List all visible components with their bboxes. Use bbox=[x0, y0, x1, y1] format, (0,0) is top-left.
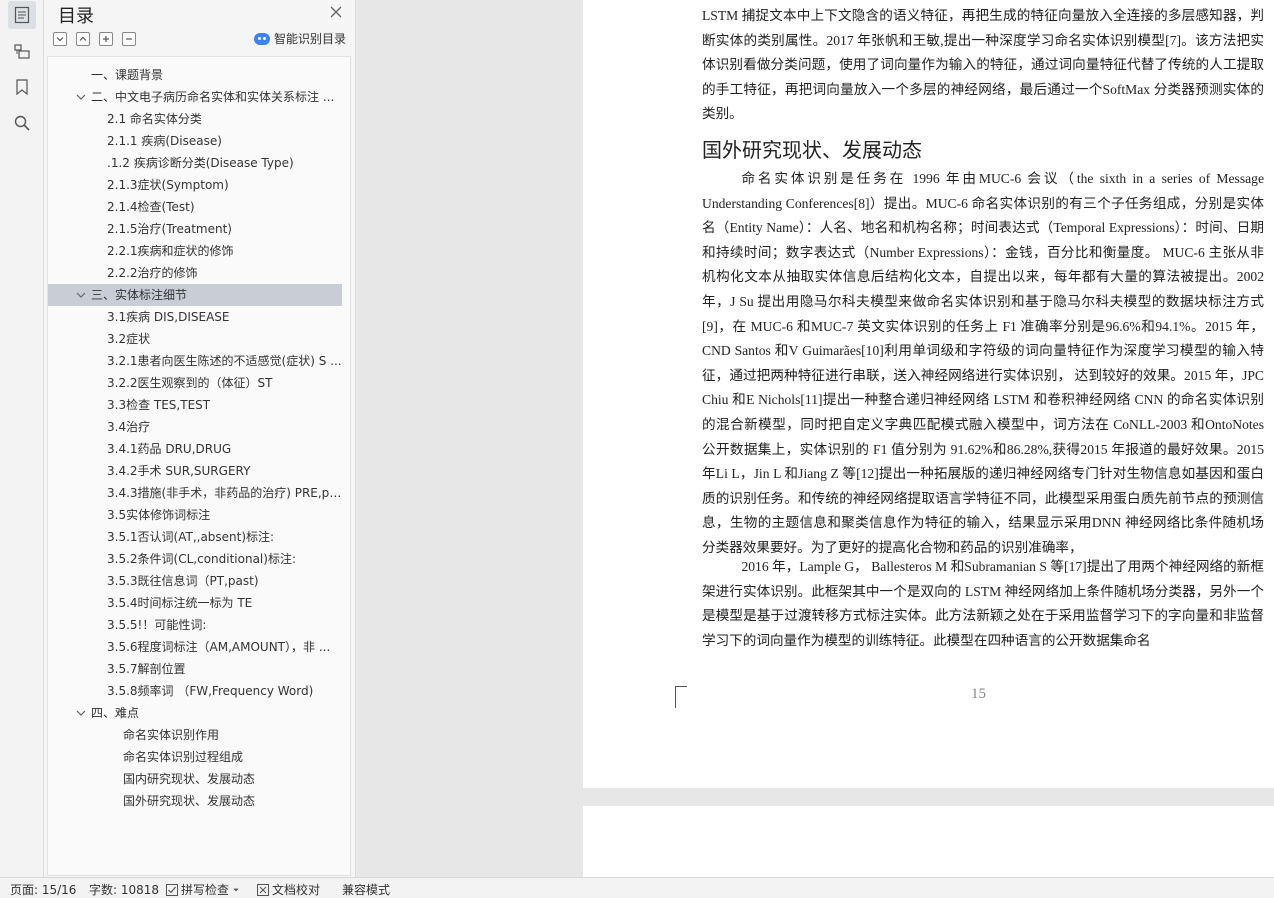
toc-toolbar bbox=[53, 32, 136, 46]
remove-heading-button[interactable] bbox=[122, 32, 136, 46]
caret-down-icon bbox=[233, 888, 239, 891]
chevron-down-icon[interactable] bbox=[76, 290, 86, 300]
chevron-down-icon[interactable] bbox=[76, 92, 86, 102]
add-heading-button[interactable] bbox=[99, 32, 113, 46]
toc-item[interactable]: 3.4.1药品 DRU,DRUG bbox=[48, 438, 342, 460]
smart-toc-button[interactable]: 智能识别目录 bbox=[254, 30, 346, 47]
toc-item[interactable]: 3.3检查 TES,TEST bbox=[48, 394, 342, 416]
toc-item[interactable]: 四、难点 bbox=[48, 702, 342, 724]
toc-list: 一、课题背景 二、中文电子病历命名实体和实体关系标注 ... 2.1 命名实体分… bbox=[47, 56, 351, 876]
expand-all-button[interactable] bbox=[76, 32, 90, 46]
toc-panel: 目录 智能识别目录 一、课题背景 二、中文电子病历命名实体和实体关系标注 ...… bbox=[44, 0, 356, 877]
toc-item[interactable]: 命名实体识别作用 bbox=[48, 724, 342, 746]
toc-item[interactable]: 3.2.2医生观察到的（体征）ST bbox=[48, 372, 342, 394]
toc-item[interactable]: 2.2.1疾病和症状的修饰 bbox=[48, 240, 342, 262]
toc-item[interactable]: 3.5.6程度词标注（AM,AMOUNT），非 ... bbox=[48, 636, 342, 658]
toc-item[interactable]: 3.5.1否认词(AT,,absent)标注: bbox=[48, 526, 342, 548]
toc-item[interactable]: 3.5.5!！可能性词: bbox=[48, 614, 342, 636]
proofread-icon bbox=[257, 883, 269, 896]
spell-check-button[interactable]: 拼写检查 bbox=[166, 881, 240, 898]
paragraph: LSTM 捕捉文本中上下文隐含的语义特征，再把生成的特征向量放入全连接的多层感知… bbox=[702, 8, 1264, 122]
paragraph: 命名实体识别是任务在 1996 年由MUC-6 会议（the sixth in … bbox=[702, 171, 1264, 555]
toc-item[interactable]: 3.2.1患者向医生陈述的不适感觉(症状) S ... bbox=[48, 350, 342, 372]
toc-item[interactable]: 命名实体识别过程组成 bbox=[48, 746, 342, 768]
toc-item[interactable]: 2.1 命名实体分类 bbox=[48, 108, 342, 130]
search-icon[interactable] bbox=[8, 109, 36, 137]
document-page[interactable]: LSTM 捕捉文本中上下文隐含的语义特征，再把生成的特征向量放入全连接的多层感知… bbox=[583, 0, 1274, 788]
toc-item[interactable]: 二、中文电子病历命名实体和实体关系标注 ... bbox=[48, 86, 342, 108]
paragraph: 2016 年，Lample G， Ballesteros M 和Subraman… bbox=[702, 559, 1264, 648]
toc-item[interactable]: 3.4.2手术 SUR,SURGERY bbox=[48, 460, 342, 482]
next-page[interactable] bbox=[583, 806, 1274, 877]
toc-item[interactable]: 一、课题背景 bbox=[48, 64, 342, 86]
word-count[interactable]: 字数: 10818 bbox=[89, 881, 159, 898]
toc-item[interactable]: 3.5.2条件词(CL,conditional)标注: bbox=[48, 548, 342, 570]
checkbox-icon bbox=[166, 883, 178, 896]
toc-item-selected[interactable]: 三、实体标注细节 bbox=[48, 284, 342, 306]
text-cursor bbox=[675, 686, 687, 708]
page-number: 15 bbox=[971, 686, 986, 702]
smart-toc-label: 智能识别目录 bbox=[274, 32, 347, 46]
section-heading: 国外研究现状、发展动态 bbox=[702, 138, 922, 162]
toc-item[interactable]: 3.5.4时间标注统一标为 TE bbox=[48, 592, 342, 614]
toc-item[interactable]: 3.4治疗 bbox=[48, 416, 342, 438]
close-icon[interactable] bbox=[328, 4, 344, 20]
toc-item[interactable]: 2.1.4检查(Test) bbox=[48, 196, 342, 218]
toc-item[interactable]: 3.5.7解剖位置 bbox=[48, 658, 342, 680]
chevron-down-icon[interactable] bbox=[76, 708, 86, 718]
toc-item[interactable]: 2.1.5治疗(Treatment) bbox=[48, 218, 342, 240]
toc-item[interactable]: 2.1.3症状(Symptom) bbox=[48, 174, 342, 196]
page-indicator[interactable]: 页面: 15/16 bbox=[10, 881, 76, 898]
compat-mode-label: 兼容模式 bbox=[342, 883, 391, 897]
toc-item[interactable]: 3.5实体修饰词标注 bbox=[48, 504, 342, 526]
status-bar: 页面: 15/16 字数: 10818 拼写检查 文档校对 兼容模式 bbox=[0, 877, 1274, 898]
toc-item[interactable]: 2.1.1 疾病(Disease) bbox=[48, 130, 342, 152]
toc-item[interactable]: 3.5.8频率词 （FW,Frequency Word) bbox=[48, 680, 342, 702]
toc-item[interactable]: 国外研究现状、发展动态 bbox=[48, 790, 342, 812]
bookmark-icon[interactable] bbox=[8, 73, 36, 101]
toc-icon[interactable] bbox=[8, 1, 36, 29]
toc-item[interactable]: 3.1疾病 DIS,DISEASE bbox=[48, 306, 342, 328]
navigation-icon[interactable] bbox=[8, 37, 36, 65]
collapse-all-button[interactable] bbox=[53, 32, 67, 46]
toc-item[interactable]: 3.4.3措施(非手术，非药品的治疗) PRE,p ... bbox=[48, 482, 342, 504]
toc-title: 目录 bbox=[58, 6, 94, 27]
toc-item[interactable]: 3.5.3既往信息词（PT,past) bbox=[48, 570, 342, 592]
toc-item[interactable]: 2.2.2治疗的修饰 bbox=[48, 262, 342, 284]
sidebar-rail bbox=[0, 0, 44, 877]
toc-item[interactable]: 3.2症状 bbox=[48, 328, 342, 350]
ai-robot-icon bbox=[254, 32, 270, 45]
proofread-button[interactable]: 文档校对 bbox=[257, 881, 320, 898]
toc-item[interactable]: .1.2 疾病诊断分类(Disease Type) bbox=[48, 152, 342, 174]
toc-item[interactable]: 国内研究现状、发展动态 bbox=[48, 768, 342, 790]
